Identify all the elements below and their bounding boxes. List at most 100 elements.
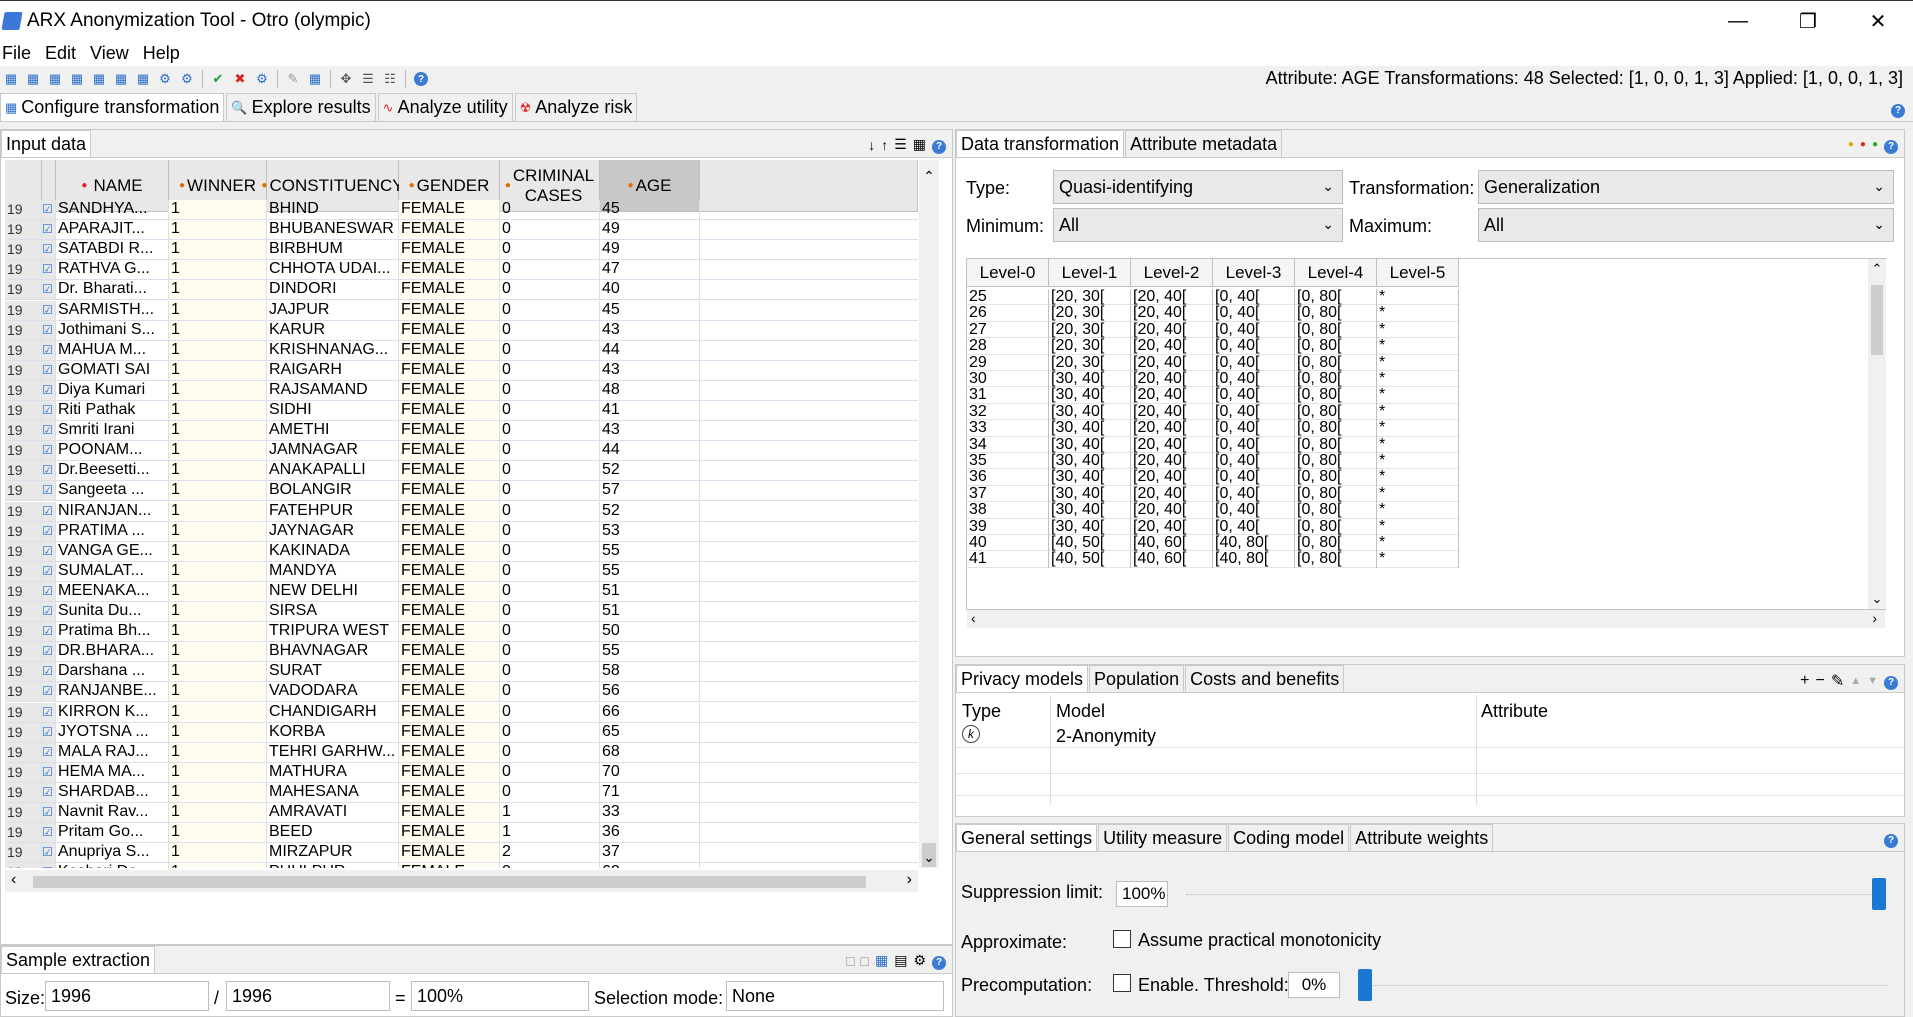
hierarchy-cell[interactable]: [40, 50[ (1049, 535, 1131, 552)
hierarchy-cell[interactable]: 38 (967, 502, 1049, 519)
cell-gender[interactable]: FEMALE (399, 843, 500, 863)
table-row[interactable]: 19 ☑ DR.BHARA... 1 BHAVNAGAR FEMALE 0 55 (5, 642, 918, 663)
cell-criminal-cases[interactable]: 0 (500, 782, 600, 802)
cell-constituency[interactable]: MAHESANA (267, 782, 399, 802)
table-row[interactable]: 19 ☑ MEENAKA... 1 NEW DELHI FEMALE 0 51 (5, 581, 918, 602)
cell-criminal-cases[interactable]: 0 (500, 220, 600, 240)
cell-criminal-cases[interactable]: 0 (500, 581, 600, 601)
row-checkbox-icon[interactable]: ☑ (42, 722, 56, 742)
cell-constituency[interactable]: TRIPURA WEST (267, 622, 399, 642)
cell-criminal-cases[interactable]: 0 (500, 360, 600, 380)
cell-constituency[interactable]: VADODARA (267, 682, 399, 702)
cell-age[interactable]: 48 (600, 380, 700, 400)
cell-gender[interactable]: FEMALE (399, 260, 500, 280)
minimize-dot-icon[interactable]: ● (1848, 139, 1854, 150)
cell-age[interactable]: 52 (600, 461, 700, 481)
move-up-icon[interactable]: ▲ (1850, 675, 1861, 687)
cell-winner[interactable]: 1 (169, 602, 267, 621)
hierarchy-cell[interactable]: [0, 80[ (1295, 387, 1377, 404)
hierarchy-cell[interactable]: [40, 60[ (1131, 551, 1213, 568)
level-header-3[interactable]: Level-3 (1213, 259, 1295, 287)
sample-database-icon[interactable]: ▤ (894, 952, 907, 969)
hierarchy-cell[interactable]: * (1377, 535, 1459, 552)
cell-gender[interactable]: FEMALE (399, 762, 500, 782)
cell-winner[interactable]: 1 (169, 481, 267, 501)
hierarchy-cell[interactable]: [0, 40[ (1213, 420, 1295, 437)
cell-gender[interactable]: FEMALE (399, 340, 500, 360)
hierarchy-cell[interactable]: [0, 40[ (1213, 289, 1295, 306)
table-row[interactable]: 19 ☑ PRATIMA ... 1 JAYNAGAR FEMALE 0 53 (5, 521, 918, 542)
cell-criminal-cases[interactable]: 0 (500, 320, 600, 340)
row-checkbox-icon[interactable]: ☑ (42, 240, 56, 260)
cell-winner[interactable]: 1 (169, 360, 267, 380)
cell-name[interactable]: NIRANJAN... (56, 501, 169, 521)
level-header-5[interactable]: Level-5 (1377, 259, 1459, 287)
hierarchy-cell[interactable]: [20, 40[ (1131, 469, 1213, 486)
cell-name[interactable]: GOMATI SAI (56, 360, 169, 380)
table-row[interactable]: 19 ☑ HEMA MA... 1 MATHURA FEMALE 0 70 (5, 762, 918, 783)
cell-criminal-cases[interactable]: 0 (500, 380, 600, 400)
cell-constituency[interactable]: JAMNAGAR (267, 441, 399, 461)
cell-age[interactable]: 41 (600, 401, 700, 420)
hierarchy-cell[interactable]: [0, 80[ (1295, 436, 1377, 453)
cell-criminal-cases[interactable]: 0 (500, 702, 600, 722)
hierarchy-cell[interactable]: 36 (967, 469, 1049, 486)
cell-name[interactable]: Sangeeta ... (56, 481, 169, 501)
hierarchy-row[interactable]: 40 [40, 50[[40, 60[[40, 80[[0, 80[* (967, 535, 1459, 552)
cell-criminal-cases[interactable]: 0 (500, 662, 600, 682)
cell-name[interactable]: SUMALAT... (56, 561, 169, 581)
hierarchy-cell[interactable]: 25 (967, 289, 1049, 306)
cell-winner[interactable]: 1 (169, 380, 267, 400)
cell-constituency[interactable]: BOLANGIR (267, 481, 399, 501)
hierarchy-cell[interactable]: [20, 30[ (1049, 289, 1131, 306)
table-row[interactable]: 19 ☑ JYOTSNA ... 1 KORBA FEMALE 0 65 (5, 722, 918, 743)
hierarchy-cell[interactable]: [20, 40[ (1131, 502, 1213, 519)
table-row[interactable]: 19 ☑ Pratima Bh... 1 TRIPURA WEST FEMALE 0 50 (5, 622, 918, 643)
hierarchy-cell[interactable]: [0, 80[ (1295, 338, 1377, 355)
cell-gender[interactable]: FEMALE (399, 300, 500, 320)
row-checkbox-icon[interactable]: ☑ (42, 380, 56, 400)
hierarchy-cell[interactable]: 41 (967, 551, 1049, 568)
cell-name[interactable]: PRATIMA ... (56, 521, 169, 541)
cell-age[interactable]: 52 (600, 501, 700, 521)
cell-age[interactable]: 62 (600, 863, 700, 868)
hierarchy-cell[interactable]: 35 (967, 453, 1049, 470)
cell-winner[interactable]: 1 (169, 541, 267, 561)
hierarchy-cell[interactable]: [30, 40[ (1049, 403, 1131, 421)
tab-data-transformation[interactable]: Data transformation (956, 130, 1125, 157)
hierarchy-cell[interactable]: 30 (967, 371, 1049, 388)
cell-name[interactable]: MAHUA M... (56, 340, 169, 360)
cell-winner[interactable]: 1 (169, 340, 267, 360)
hierarchy-cell[interactable]: * (1377, 518, 1459, 535)
cell-winner[interactable]: 1 (169, 843, 267, 863)
add-model-icon[interactable]: + (1800, 672, 1809, 690)
cell-name[interactable]: Darshana ... (56, 662, 169, 682)
cell-gender[interactable]: FEMALE (399, 501, 500, 521)
cell-gender[interactable]: FEMALE (399, 380, 500, 400)
hierarchy-cell[interactable]: [30, 40[ (1049, 387, 1131, 404)
row-checkbox-icon[interactable]: ☑ (42, 602, 56, 621)
hierarchy-cell[interactable]: 34 (967, 436, 1049, 453)
menu-edit[interactable]: Edit (43, 43, 86, 64)
table-row[interactable]: 19 ☑ SANDHYA... 1 BHIND FEMALE 0 45 (5, 200, 918, 220)
hierarchy-cell[interactable]: [0, 40[ (1213, 338, 1295, 355)
hierarchy-cell[interactable]: * (1377, 403, 1459, 421)
cell-constituency[interactable]: KARUR (267, 320, 399, 340)
hierarchy-cell[interactable]: [0, 80[ (1295, 518, 1377, 535)
hierarchy-row[interactable]: 35 [30, 40[[20, 40[[0, 40[[0, 80[* (967, 453, 1459, 470)
cell-criminal-cases[interactable]: 0 (500, 541, 600, 561)
tab-input-data[interactable]: Input data (1, 130, 92, 157)
cell-winner[interactable]: 1 (169, 280, 267, 300)
cell-age[interactable]: 40 (600, 280, 700, 300)
import-data-icon[interactable]: ▦ (132, 69, 154, 89)
hierarchy-cell[interactable]: 27 (967, 321, 1049, 339)
hierarchy-icon[interactable]: ⚙ (154, 69, 176, 89)
cell-gender[interactable]: FEMALE (399, 803, 500, 822)
cell-gender[interactable]: FEMALE (399, 521, 500, 541)
level-header-2[interactable]: Level-2 (1131, 259, 1213, 287)
hierarchy-cell[interactable]: 26 (967, 305, 1049, 322)
cell-name[interactable]: Riti Pathak (56, 401, 169, 420)
cell-age[interactable]: 55 (600, 541, 700, 561)
level-header-4[interactable]: Level-4 (1295, 259, 1377, 287)
cell-criminal-cases[interactable]: 0 (500, 682, 600, 702)
